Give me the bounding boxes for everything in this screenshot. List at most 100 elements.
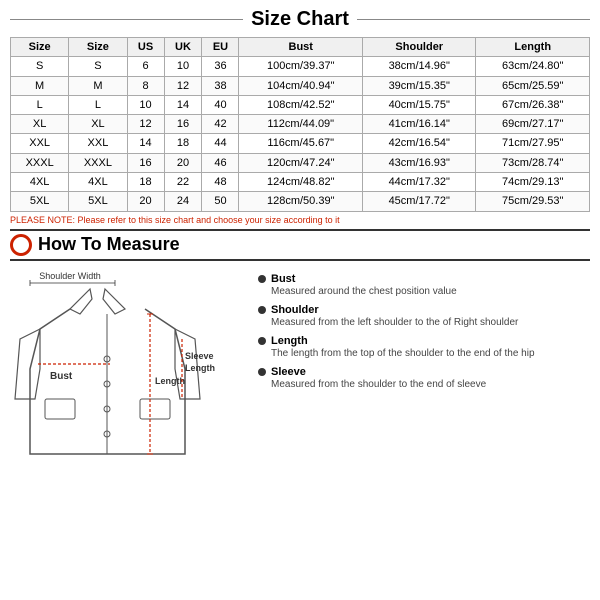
table-cell: M bbox=[11, 76, 69, 95]
svg-text:Sleeve: Sleeve bbox=[185, 351, 214, 361]
table-cell: 16 bbox=[127, 153, 164, 172]
table-cell: 14 bbox=[164, 95, 202, 114]
bullet-icon bbox=[258, 306, 266, 314]
table-cell: 124cm/48.82" bbox=[239, 173, 363, 192]
measure-item-desc: Measured from the shoulder to the end of… bbox=[271, 378, 486, 391]
table-cell: 20 bbox=[164, 153, 202, 172]
table-header-cell: US bbox=[127, 38, 164, 57]
table-cell: 10 bbox=[127, 95, 164, 114]
measure-item: Shoulder Measured from the left shoulder… bbox=[258, 304, 590, 329]
measure-item-title: Sleeve bbox=[271, 366, 486, 378]
measure-item-content: Sleeve Measured from the shoulder to the… bbox=[271, 366, 486, 391]
table-cell: 120cm/47.24" bbox=[239, 153, 363, 172]
measure-item-title: Length bbox=[271, 335, 535, 347]
table-cell: 43cm/16.93" bbox=[363, 153, 476, 172]
table-cell: 20 bbox=[127, 192, 164, 211]
table-cell: S bbox=[11, 57, 69, 76]
jacket-illustration: Shoulder Width bbox=[10, 269, 250, 492]
title-line-right bbox=[357, 19, 590, 20]
measure-item: Length The length from the top of the sh… bbox=[258, 335, 590, 360]
table-cell: M bbox=[69, 76, 127, 95]
table-cell: L bbox=[69, 95, 127, 114]
table-cell: 40cm/15.75" bbox=[363, 95, 476, 114]
table-cell: 8 bbox=[127, 76, 164, 95]
table-cell: 50 bbox=[202, 192, 239, 211]
bullet-icon bbox=[258, 337, 266, 345]
measure-item-desc: The length from the top of the shoulder … bbox=[271, 347, 535, 360]
circle-icon bbox=[10, 234, 32, 256]
jacket-svg: Shoulder Width bbox=[10, 269, 250, 489]
table-cell: 42cm/16.54" bbox=[363, 134, 476, 153]
table-cell: 45cm/17.72" bbox=[363, 192, 476, 211]
table-cell: 36 bbox=[202, 57, 239, 76]
table-cell: XL bbox=[69, 115, 127, 134]
table-cell: 12 bbox=[164, 76, 202, 95]
table-cell: 40 bbox=[202, 95, 239, 114]
table-cell: XXL bbox=[11, 134, 69, 153]
table-cell: 48 bbox=[202, 173, 239, 192]
page-container: Size Chart SizeSizeUSUKEUBustShoulderLen… bbox=[0, 0, 600, 600]
table-cell: 69cm/27.17" bbox=[476, 115, 590, 134]
table-cell: 16 bbox=[164, 115, 202, 134]
table-row: XXLXXL141844116cm/45.67"42cm/16.54"71cm/… bbox=[11, 134, 590, 153]
table-cell: 18 bbox=[127, 173, 164, 192]
measure-item-desc: Measured from the left shoulder to the o… bbox=[271, 316, 518, 329]
table-header-row: SizeSizeUSUKEUBustShoulderLength bbox=[11, 38, 590, 57]
table-cell: 10 bbox=[164, 57, 202, 76]
measure-descriptions: Bust Measured around the chest position … bbox=[258, 269, 590, 492]
title-line-left bbox=[10, 19, 243, 20]
table-row: SS61036100cm/39.37"38cm/14.96"63cm/24.80… bbox=[11, 57, 590, 76]
table-cell: 42 bbox=[202, 115, 239, 134]
table-header-cell: Bust bbox=[239, 38, 363, 57]
table-header-cell: Length bbox=[476, 38, 590, 57]
bullet-icon bbox=[258, 368, 266, 376]
measure-item-title: Shoulder bbox=[271, 304, 518, 316]
svg-text:Length: Length bbox=[185, 363, 215, 373]
table-cell: 100cm/39.37" bbox=[239, 57, 363, 76]
measure-item-content: Shoulder Measured from the left shoulder… bbox=[271, 304, 518, 329]
table-header-cell: UK bbox=[164, 38, 202, 57]
table-cell: XXXL bbox=[69, 153, 127, 172]
table-cell: 44 bbox=[202, 134, 239, 153]
measure-item-content: Bust Measured around the chest position … bbox=[271, 273, 457, 298]
svg-text:Bust: Bust bbox=[50, 371, 73, 382]
table-cell: 12 bbox=[127, 115, 164, 134]
measure-item-desc: Measured around the chest position value bbox=[271, 285, 457, 298]
table-cell: 4XL bbox=[69, 173, 127, 192]
table-cell: 71cm/27.95" bbox=[476, 134, 590, 153]
table-cell: 74cm/29.13" bbox=[476, 173, 590, 192]
table-row: LL101440108cm/42.52"40cm/15.75"67cm/26.3… bbox=[11, 95, 590, 114]
measure-item-title: Bust bbox=[271, 273, 457, 285]
table-cell: 46 bbox=[202, 153, 239, 172]
table-cell: XXL bbox=[69, 134, 127, 153]
table-cell: 6 bbox=[127, 57, 164, 76]
table-cell: 5XL bbox=[11, 192, 69, 211]
table-cell: 112cm/44.09" bbox=[239, 115, 363, 134]
table-cell: 38cm/14.96" bbox=[363, 57, 476, 76]
table-cell: 75cm/29.53" bbox=[476, 192, 590, 211]
how-to-measure-title: How To Measure bbox=[38, 234, 180, 255]
title-row: Size Chart bbox=[10, 8, 590, 31]
table-cell: L bbox=[11, 95, 69, 114]
table-cell: 108cm/42.52" bbox=[239, 95, 363, 114]
table-cell: 104cm/40.94" bbox=[239, 76, 363, 95]
page-title: Size Chart bbox=[251, 8, 349, 31]
svg-text:Length: Length bbox=[155, 376, 185, 386]
table-header-cell: Shoulder bbox=[363, 38, 476, 57]
table-row: 4XL4XL182248124cm/48.82"44cm/17.32"74cm/… bbox=[11, 173, 590, 192]
table-cell: 44cm/17.32" bbox=[363, 173, 476, 192]
table-header-cell: Size bbox=[11, 38, 69, 57]
table-cell: 63cm/24.80" bbox=[476, 57, 590, 76]
table-cell: 128cm/50.39" bbox=[239, 192, 363, 211]
table-header-cell: Size bbox=[69, 38, 127, 57]
table-cell: 24 bbox=[164, 192, 202, 211]
note-text: PLEASE NOTE: Please refer to this size c… bbox=[10, 215, 590, 225]
bottom-section: Shoulder Width bbox=[10, 269, 590, 492]
table-cell: S bbox=[69, 57, 127, 76]
table-header-cell: EU bbox=[202, 38, 239, 57]
measure-item-content: Length The length from the top of the sh… bbox=[271, 335, 535, 360]
table-cell: XL bbox=[11, 115, 69, 134]
table-cell: 4XL bbox=[11, 173, 69, 192]
table-cell: 73cm/28.74" bbox=[476, 153, 590, 172]
table-row: XLXL121642112cm/44.09"41cm/16.14"69cm/27… bbox=[11, 115, 590, 134]
